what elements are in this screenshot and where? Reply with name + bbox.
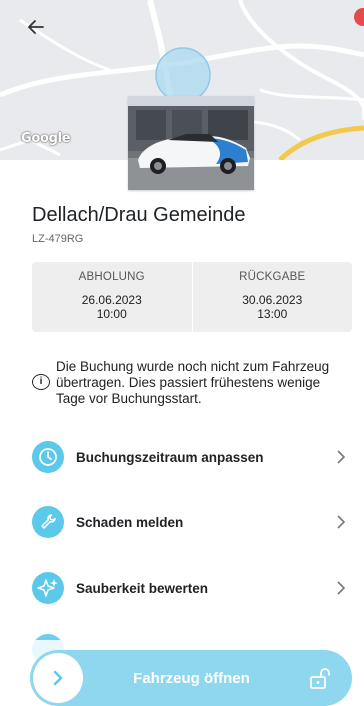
open-vehicle-slider[interactable]: Fahrzeug öffnen (30, 650, 352, 706)
rate-cleanliness-button[interactable]: Sauberkeit bewerten (32, 568, 352, 608)
pickup-date: 26.06.2023 (81, 293, 142, 307)
slider-knob[interactable] (33, 653, 83, 703)
vehicle-location-title: Dellach/Drau Gemeinde (32, 204, 246, 226)
wrench-icon (32, 506, 64, 538)
sparkle-icon (32, 572, 64, 604)
pickup-time: 10:00 (96, 307, 127, 321)
return-column: RÜCKGABE 30.06.2023 13:00 (191, 262, 353, 332)
adjust-booking-period-button[interactable]: Buchungszeitraum anpassen (32, 437, 352, 477)
report-damage-button[interactable]: Schaden melden (32, 502, 352, 542)
info-icon: i (32, 374, 50, 390)
arrow-left-icon (28, 20, 44, 34)
chevron-right-icon (337, 581, 346, 595)
report-damage-label: Schaden melden (76, 514, 184, 530)
vehicle-photo (128, 96, 254, 190)
return-label: RÜCKGABE (239, 271, 306, 283)
google-attribution: Google (21, 131, 71, 146)
chevron-right-icon (337, 515, 346, 529)
return-date: 30.06.2023 (242, 293, 303, 307)
chevron-right-icon (53, 670, 63, 686)
unlock-icon (310, 668, 330, 689)
info-text: Die Buchung wurde noch nicht zum Fahrzeu… (56, 359, 330, 406)
pickup-column: ABHOLUNG 26.06.2023 10:00 (32, 262, 192, 332)
info-message: i Die Buchung wurde noch nicht zum Fahrz… (32, 359, 352, 407)
open-vehicle-label: Fahrzeug öffnen (133, 669, 250, 687)
back-button[interactable] (28, 20, 56, 48)
return-time: 13:00 (257, 307, 288, 321)
location-radius (155, 47, 211, 103)
rate-cleanliness-label: Sauberkeit bewerten (76, 580, 209, 596)
clock-icon (32, 441, 64, 473)
booking-period: ABHOLUNG 26.06.2023 10:00 RÜCKGABE 30.06… (32, 262, 352, 332)
chevron-right-icon (337, 450, 346, 464)
license-plate: LZ-479RG (32, 233, 84, 245)
adjust-booking-period-label: Buchungszeitraum anpassen (76, 449, 264, 465)
pickup-label: ABHOLUNG (78, 271, 145, 283)
